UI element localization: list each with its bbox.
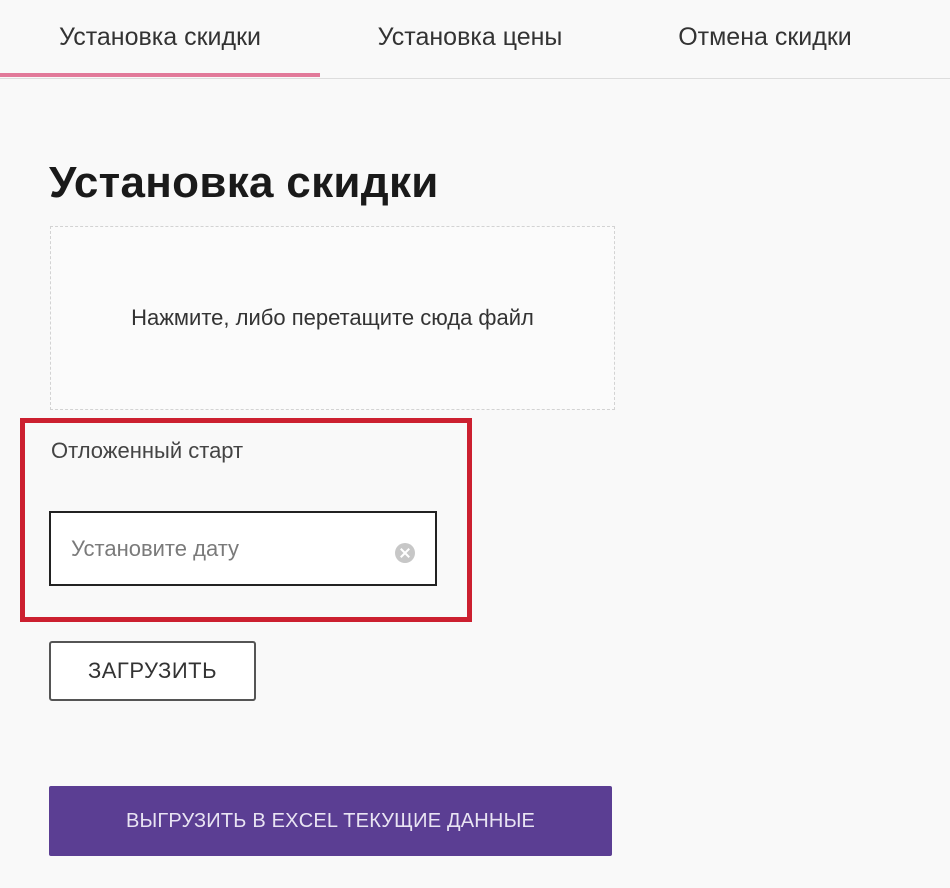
- date-field: [49, 511, 437, 586]
- upload-button[interactable]: ЗАГРУЗИТЬ: [49, 641, 256, 701]
- tab-cancel-discount[interactable]: Отмена скидки: [620, 0, 910, 74]
- page: Установка скидки Установка цены Отмена с…: [0, 0, 950, 888]
- dropzone-text: Нажмите, либо перетащите сюда файл: [131, 305, 534, 330]
- page-title: Установка скидки: [49, 158, 439, 207]
- delayed-start-label: Отложенный старт: [51, 438, 244, 463]
- active-tab-indicator: [0, 73, 320, 77]
- tab-set-price[interactable]: Установка цены: [320, 0, 620, 74]
- tab-bar: Установка скидки Установка цены Отмена с…: [0, 0, 950, 79]
- clear-icon[interactable]: [395, 543, 415, 563]
- tab-set-discount[interactable]: Установка скидки: [0, 0, 320, 74]
- date-input[interactable]: [71, 513, 371, 584]
- file-dropzone[interactable]: Нажмите, либо перетащите сюда файл: [50, 226, 615, 410]
- export-excel-button[interactable]: ВЫГРУЗИТЬ В EXCEL ТЕКУЩИЕ ДАННЫЕ: [49, 786, 612, 856]
